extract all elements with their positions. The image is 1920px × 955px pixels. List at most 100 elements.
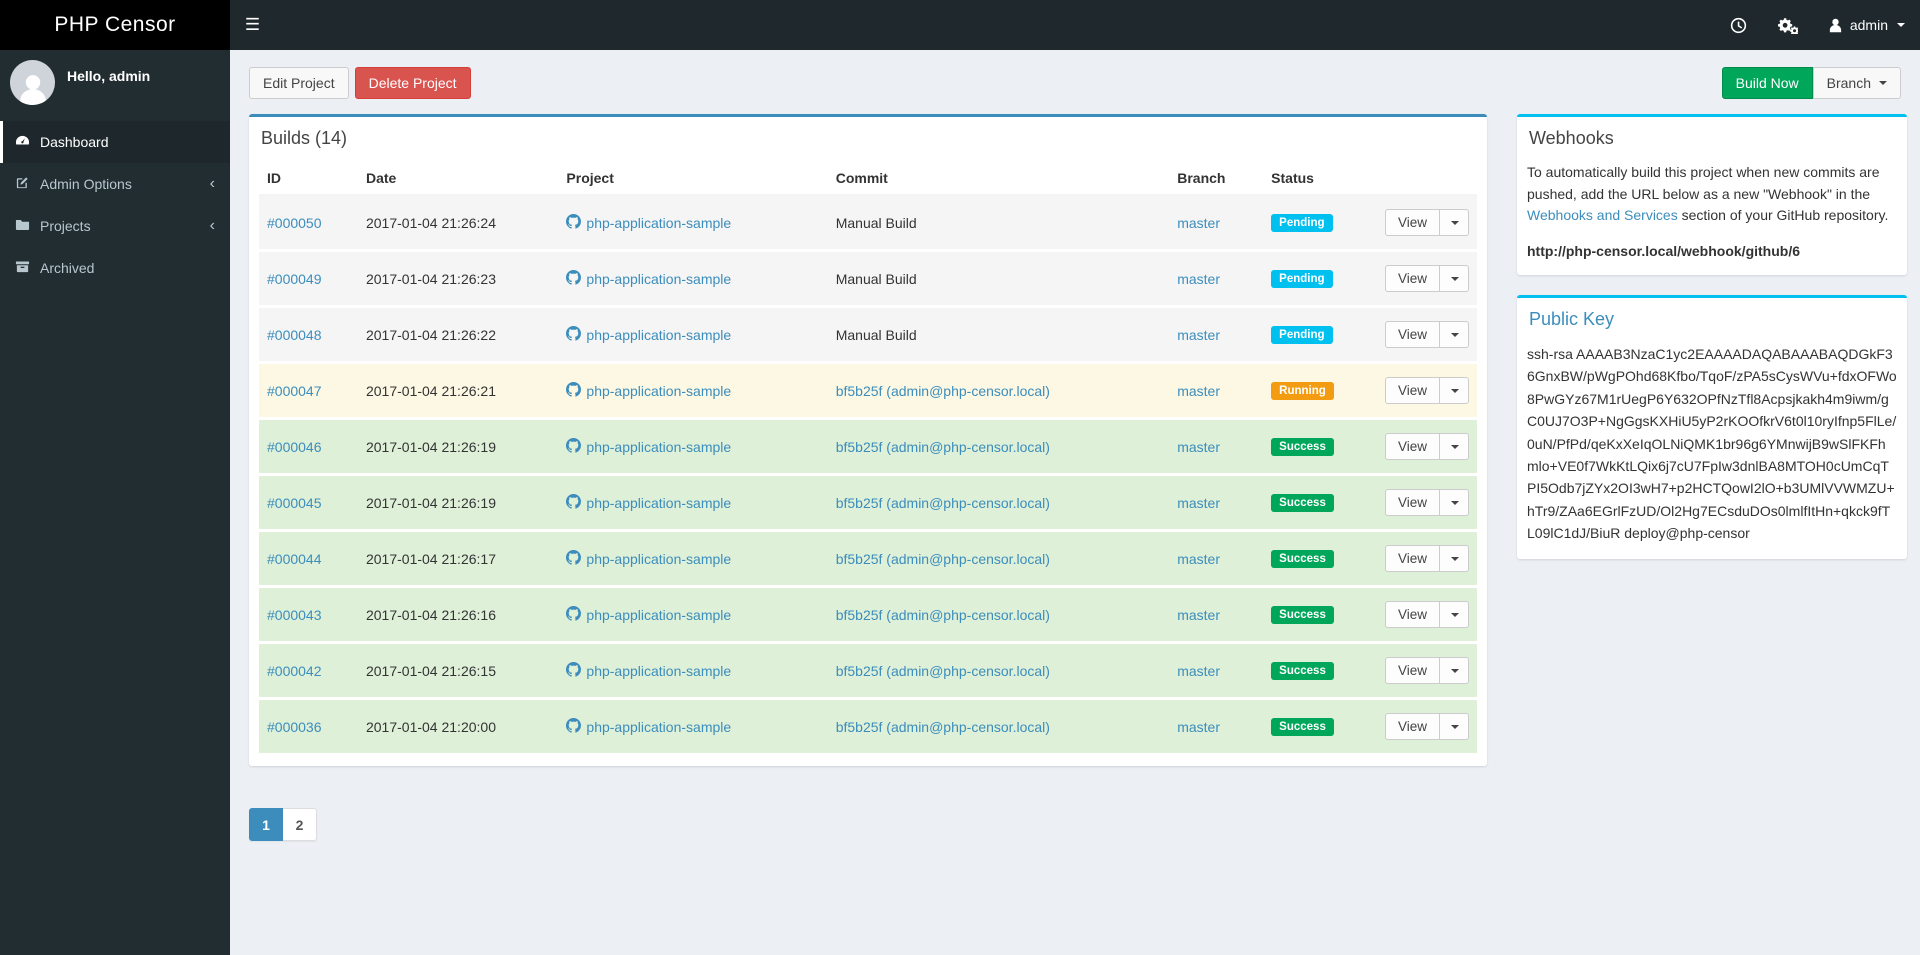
build-row: #000047 2017-01-04 21:26:21 php-applicatio… [259,362,1477,420]
github-icon [566,437,582,456]
project-link[interactable]: php-application-sample [566,549,731,568]
branch-link[interactable]: master [1177,327,1220,343]
column-header-date: Date [357,162,559,196]
build-id-link[interactable]: #000049 [267,271,322,287]
timeline-button[interactable] [1715,0,1762,50]
build-date: 2017-01-04 21:26:17 [357,530,559,588]
view-dropdown-button[interactable] [1439,601,1469,628]
view-dropdown-button[interactable] [1439,433,1469,460]
sidebar-item-dashboard[interactable]: Dashboard [0,121,230,163]
caret-down-icon [1451,332,1459,337]
view-button[interactable]: View [1384,321,1439,348]
sidebar-toggle-button[interactable]: ☰ [230,0,275,50]
branch-link[interactable]: master [1177,495,1220,511]
branch-link[interactable]: master [1177,383,1220,399]
view-button[interactable]: View [1384,377,1439,404]
view-dropdown-button[interactable] [1439,713,1469,740]
delete-project-button[interactable]: Delete Project [354,67,471,99]
view-button[interactable]: View [1384,713,1439,740]
build-date: 2017-01-04 21:26:19 [357,418,559,476]
branch-link[interactable]: master [1177,215,1220,231]
view-dropdown-button[interactable] [1439,545,1469,572]
branch-link[interactable]: master [1177,551,1220,567]
build-date: 2017-01-04 21:26:23 [357,250,559,308]
build-date: 2017-01-04 21:26:21 [357,362,559,420]
view-button[interactable]: View [1384,265,1439,292]
view-dropdown-button[interactable] [1439,321,1469,348]
branch-link[interactable]: master [1177,271,1220,287]
project-link[interactable]: php-application-sample [566,437,731,456]
sidebar-item-label: Dashboard [40,134,109,150]
commit-link[interactable]: bf5b25f (admin@php-censor.local) [836,383,1050,399]
github-icon [566,549,582,568]
branch-link[interactable]: master [1177,439,1220,455]
project-link[interactable]: php-application-sample [566,661,731,680]
build-id-link[interactable]: #000048 [267,327,322,343]
navbar-right: admin [1715,0,1920,50]
status-badge: Pending [1271,326,1333,344]
build-id-link[interactable]: #000047 [267,383,322,399]
dashboard-icon [15,133,30,151]
edit-project-button[interactable]: Edit Project [249,67,349,99]
sidebar-menu: Dashboard Admin Options ‹ Projects ‹ Archived [0,121,230,289]
branch-link[interactable]: master [1177,607,1220,623]
view-dropdown-button[interactable] [1439,265,1469,292]
commit-link[interactable]: bf5b25f (admin@php-censor.local) [836,495,1050,511]
sidebar-item-archived[interactable]: Archived [0,247,230,289]
view-button[interactable]: View [1384,545,1439,572]
view-dropdown-button[interactable] [1439,657,1469,684]
builds-table: ID Date Project Commit Branch Status #000050 2… [259,162,1477,756]
status-badge: Success [1271,438,1334,456]
build-id-link[interactable]: #000036 [267,719,322,735]
branch-link[interactable]: master [1177,719,1220,735]
project-link[interactable]: php-application-sample [566,269,731,288]
view-button[interactable]: View [1384,601,1439,628]
commit-link[interactable]: bf5b25f (admin@php-censor.local) [836,607,1050,623]
column-header-project: Project [558,162,828,196]
pagination-page-2[interactable]: 2 [283,808,317,841]
commit-text: Manual Build [835,270,917,287]
branch-link[interactable]: master [1177,663,1220,679]
caret-down-icon [1879,81,1887,85]
sidebar-item-projects[interactable]: Projects ‹ [0,205,230,247]
view-button[interactable]: View [1384,657,1439,684]
project-link[interactable]: php-application-sample [566,493,731,512]
build-id-link[interactable]: #000045 [267,495,322,511]
project-link[interactable]: php-application-sample [566,717,731,736]
sidebar-item-label: Archived [40,260,95,276]
app-logo[interactable]: PHP Censor [0,0,230,50]
settings-button[interactable] [1762,0,1813,50]
user-icon [1828,18,1843,33]
build-id-link[interactable]: #000042 [267,663,322,679]
project-link[interactable]: php-application-sample [566,325,731,344]
commit-link[interactable]: bf5b25f (admin@php-censor.local) [836,551,1050,567]
build-id-link[interactable]: #000046 [267,439,322,455]
project-link[interactable]: php-application-sample [566,381,731,400]
webhooks-services-link[interactable]: Webhooks and Services [1527,207,1678,223]
caret-down-icon [1451,276,1459,281]
edit-icon [15,175,30,193]
commit-link[interactable]: bf5b25f (admin@php-censor.local) [836,439,1050,455]
commit-link[interactable]: bf5b25f (admin@php-censor.local) [836,663,1050,679]
project-link[interactable]: php-application-sample [566,213,731,232]
build-id-link[interactable]: #000044 [267,551,322,567]
sidebar-item-admin-options[interactable]: Admin Options ‹ [0,163,230,205]
build-id-link[interactable]: #000043 [267,607,322,623]
view-dropdown-button[interactable] [1439,209,1469,236]
build-id-link[interactable]: #000050 [267,215,322,231]
status-badge: Pending [1271,214,1333,232]
view-dropdown-button[interactable] [1439,489,1469,516]
view-button[interactable]: View [1384,489,1439,516]
view-button[interactable]: View [1384,433,1439,460]
user-menu[interactable]: admin [1813,0,1920,50]
project-link[interactable]: php-application-sample [566,605,731,624]
view-button[interactable]: View [1384,209,1439,236]
commit-text: Manual Build [835,214,917,231]
commit-link[interactable]: bf5b25f (admin@php-censor.local) [836,719,1050,735]
view-dropdown-button[interactable] [1439,377,1469,404]
pagination-page-1[interactable]: 1 [249,808,283,841]
github-icon [566,661,582,680]
caret-down-icon [1451,612,1459,617]
branch-dropdown-button[interactable]: Branch [1812,67,1901,99]
build-now-button[interactable]: Build Now [1721,67,1813,99]
